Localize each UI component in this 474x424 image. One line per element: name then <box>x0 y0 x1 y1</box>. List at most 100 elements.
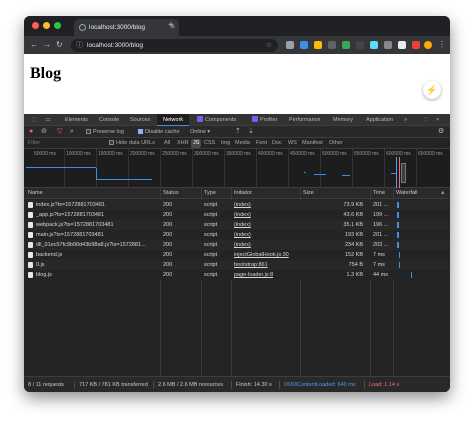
request-type: script <box>204 202 218 208</box>
import-har-icon[interactable]: ⇡ <box>235 126 241 138</box>
search-icon[interactable]: ⌕ <box>70 126 74 138</box>
extension-icon[interactable] <box>356 41 364 49</box>
browser-toolbar: ← → ↻ ⓘ localhost:3000/blog ☆ ⋮ <box>24 36 450 54</box>
overview-selection-handle[interactable] <box>401 163 406 183</box>
extension-icon[interactable] <box>314 41 322 49</box>
checkbox-icon <box>109 140 114 145</box>
table-row[interactable]: main.js?ts=1572881703481 200 script (index)… <box>24 230 450 240</box>
devtools-menu-icon[interactable]: ⋮ <box>423 114 429 126</box>
extension-icon[interactable] <box>342 41 350 49</box>
column-name[interactable]: Name <box>28 188 43 199</box>
address-bar[interactable]: ⓘ localhost:3000/blog ☆ <box>71 39 278 52</box>
extension-icon[interactable] <box>412 41 420 49</box>
filter-funnel-icon[interactable]: ▽ <box>57 126 62 138</box>
tab-memory[interactable]: Memory <box>330 114 356 126</box>
waterfall-bar <box>399 252 400 258</box>
tab-components[interactable]: Components <box>194 114 239 126</box>
overview-request-bar <box>342 175 350 176</box>
clear-icon[interactable]: ⊘ <box>41 126 47 138</box>
reload-icon[interactable]: ↻ <box>56 36 63 54</box>
more-tabs-icon[interactable]: » <box>404 114 407 126</box>
table-row[interactable]: webpack.js?ts=1572881703481 200 script (ind… <box>24 220 450 230</box>
inspect-element-icon[interactable]: ⬚ <box>28 114 40 126</box>
column-initiator[interactable]: Initiator <box>234 188 252 199</box>
timeline-tick: 550000 ms <box>354 151 379 157</box>
request-status: 200 <box>163 232 173 238</box>
tab-application[interactable]: Application <box>363 114 396 126</box>
request-initiator[interactable]: bootstrap:861 <box>234 260 298 270</box>
maximize-window-button[interactable] <box>54 22 61 29</box>
profile-avatar[interactable] <box>424 41 432 49</box>
column-size[interactable]: Size <box>303 188 314 199</box>
back-arrow-icon[interactable]: ← <box>30 36 38 54</box>
settings-gear-icon[interactable]: ⚙ <box>438 126 444 138</box>
react-icon <box>252 116 258 122</box>
column-status[interactable]: Status <box>163 188 179 199</box>
close-window-button[interactable] <box>32 22 39 29</box>
table-row[interactable]: backend.js 200 script injectGlobalHook.js:3… <box>24 250 450 260</box>
filter-input[interactable]: Filter <box>28 138 40 149</box>
disable-cache-checkbox[interactable]: Disable cache <box>138 126 180 138</box>
column-time[interactable]: Time <box>373 188 385 199</box>
column-waterfall[interactable]: Waterfall <box>396 188 418 199</box>
request-initiator[interactable]: injectGlobalHook.js:30 <box>234 250 298 260</box>
filter-font[interactable]: Font <box>256 138 267 149</box>
filter-ws[interactable]: WS <box>288 138 297 149</box>
request-initiator[interactable]: (index) <box>234 220 298 230</box>
network-overview[interactable]: 50000 ms 100000 ms 150000 ms 200000 ms 2… <box>24 149 450 188</box>
dcl-marker <box>396 157 397 188</box>
extension-icon[interactable] <box>300 41 308 49</box>
tab-network[interactable]: Network <box>157 114 190 126</box>
device-toolbar-icon[interactable]: ▭ <box>42 114 54 126</box>
filter-manifest[interactable]: Manifest <box>302 138 323 149</box>
filter-xhr[interactable]: XHR <box>177 138 189 149</box>
filter-media[interactable]: Media <box>235 138 250 149</box>
request-name: webpack.js?ts=1572881703481 <box>36 222 114 228</box>
new-tab-button[interactable]: + <box>168 19 174 33</box>
request-initiator[interactable]: page-loader.js:8 <box>234 270 298 280</box>
transferred-size: 717 KB / 781 KB transferred <box>79 382 148 388</box>
extension-icon[interactable] <box>328 41 336 49</box>
extension-icon[interactable] <box>384 41 392 49</box>
filter-other[interactable]: Other <box>329 138 343 149</box>
request-initiator[interactable]: (index) <box>234 230 298 240</box>
tab-profiler[interactable]: Profiler <box>249 114 280 126</box>
request-name: 0.js <box>36 262 45 268</box>
bolt-icon[interactable]: ⚡ <box>423 81 441 99</box>
request-type: script <box>204 272 218 278</box>
filter-img[interactable]: Img <box>221 138 230 149</box>
extension-icon[interactable] <box>398 41 406 49</box>
record-icon[interactable]: ● <box>29 126 33 138</box>
table-row[interactable]: dll_01ec57fc9b90d43b98a8.js?ts=1572881..… <box>24 240 450 250</box>
table-row[interactable]: 0.js 200 script bootstrap:861 754 B 7 ms <box>24 260 450 270</box>
minimize-window-button[interactable] <box>43 22 50 29</box>
dom-content-loaded: DOMContentLoaded: 640 ms <box>284 382 356 388</box>
tab-elements[interactable]: Elements <box>62 114 91 126</box>
filter-css[interactable]: CSS <box>204 138 215 149</box>
table-row[interactable]: _app.js?ts=1572881703481 200 script (index)… <box>24 210 450 220</box>
forward-arrow-icon[interactable]: → <box>43 36 51 54</box>
tab-sources[interactable]: Sources <box>127 114 153 126</box>
tab-performance[interactable]: Performance <box>286 114 324 126</box>
browser-tab[interactable]: localhost:3000/blog × <box>74 19 179 36</box>
filter-js[interactable]: JS <box>191 139 202 148</box>
preserve-log-checkbox[interactable]: Preserve log <box>86 126 124 138</box>
column-type[interactable]: Type <box>204 188 216 199</box>
timeline-tick: 500000 ms <box>322 151 347 157</box>
close-devtools-icon[interactable]: × <box>436 114 439 126</box>
table-row[interactable]: index.js?ts=1572881703481 200 script (index… <box>24 200 450 210</box>
request-initiator[interactable]: (index) <box>234 240 298 250</box>
menu-kebab-icon[interactable]: ⋮ <box>438 36 446 54</box>
filter-all[interactable]: All <box>164 138 170 149</box>
export-har-icon[interactable]: ⇣ <box>248 126 254 138</box>
request-initiator[interactable]: (index) <box>234 200 298 210</box>
bookmark-star-icon[interactable]: ☆ <box>266 39 272 52</box>
request-initiator[interactable]: (index) <box>234 210 298 220</box>
filter-doc[interactable]: Doc <box>272 138 282 149</box>
react-devtools-icon[interactable] <box>370 41 378 49</box>
throttling-select[interactable]: Online ▾ <box>190 126 210 138</box>
table-row[interactable]: blog.js 200 script page-loader.js:8 1.3 KB 44… <box>24 270 450 280</box>
extension-icon[interactable] <box>286 41 294 49</box>
hide-data-urls-checkbox[interactable]: Hide data URLs <box>109 138 155 149</box>
tab-console[interactable]: Console <box>96 114 122 126</box>
